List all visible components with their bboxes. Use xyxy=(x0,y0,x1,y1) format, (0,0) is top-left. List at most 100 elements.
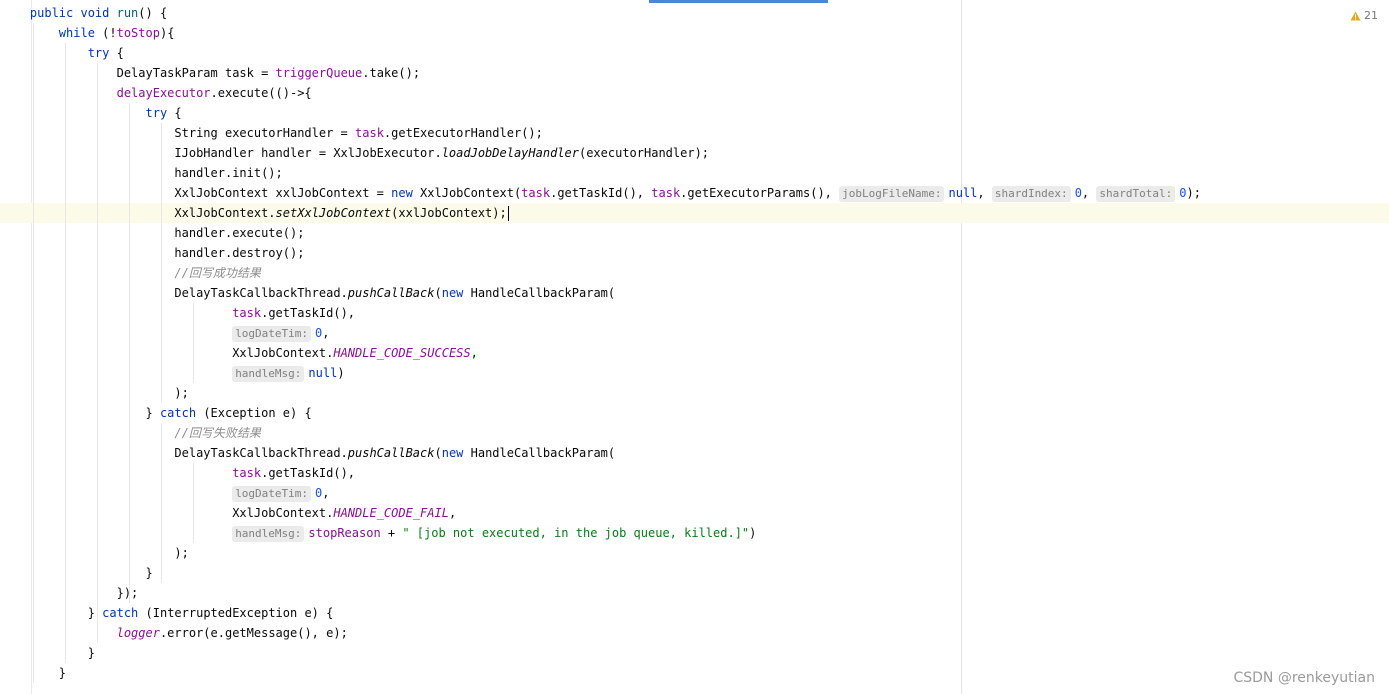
code-line[interactable]: XxlJobContext.HANDLE_CODE_FAIL, xyxy=(0,503,1389,523)
code-line[interactable]: } xyxy=(0,643,1389,663)
code-token: }); xyxy=(116,586,139,600)
code-token: pushCallBack xyxy=(347,286,435,300)
indent-guide xyxy=(97,623,98,643)
code-token: (! xyxy=(102,26,117,40)
code-token: (xxlJobContext); xyxy=(391,206,507,220)
code-token: task xyxy=(232,306,262,320)
code-line[interactable]: //回写失败结果 xyxy=(0,423,1389,443)
code-line[interactable]: handleMsg: stopReason + " [job not execut… xyxy=(0,523,1389,543)
code-line[interactable]: XxlJobContext.HANDLE_CODE_SUCCESS, xyxy=(0,343,1389,363)
code-line[interactable]: String executorHandler = task.getExecuto… xyxy=(0,123,1389,143)
code-token: loadJobDelayHandler xyxy=(441,146,579,160)
code-token: public void xyxy=(29,6,117,20)
code-token: stopReason xyxy=(308,526,381,540)
code-line[interactable]: delayExecutor.execute(()->{ xyxy=(0,83,1389,103)
code-token: HANDLE_CODE_FAIL xyxy=(333,506,449,520)
code-token: XxlJobContext xxlJobContext = xyxy=(174,186,392,200)
code-line[interactable]: }); xyxy=(0,583,1389,603)
code-token: triggerQueue xyxy=(275,66,363,80)
code-line[interactable]: IJobHandler handler = XxlJobExecutor.loa… xyxy=(0,143,1389,163)
code-line[interactable]: handler.execute(); xyxy=(0,223,1389,243)
code-token: handler.init(); xyxy=(174,166,283,180)
code-line[interactable]: try { xyxy=(0,43,1389,63)
code-token: ) xyxy=(337,366,345,380)
code-token: (InterruptedException e) { xyxy=(145,606,334,620)
parameter-hint: logDateTim: xyxy=(232,486,312,502)
code-line[interactable]: //回写成功结果 xyxy=(0,263,1389,283)
code-line[interactable]: task.getTaskId(), xyxy=(0,303,1389,323)
code-token: setXxlJobContext xyxy=(275,206,392,220)
code-token: + xyxy=(380,526,403,540)
code-line[interactable]: DelayTaskCallbackThread.pushCallBack(new… xyxy=(0,283,1389,303)
code-token: DelayTaskParam task = xyxy=(116,66,276,80)
code-token: XxlJobContext. xyxy=(232,506,334,520)
code-line[interactable]: ); xyxy=(0,383,1389,403)
code-token: try xyxy=(145,106,175,120)
code-token: handler.execute(); xyxy=(174,226,305,240)
indent-guide xyxy=(33,23,34,683)
code-token: toStop xyxy=(116,26,160,40)
code-token: //回写失败结果 xyxy=(174,426,261,440)
code-line[interactable]: try { xyxy=(0,103,1389,123)
indent-guide xyxy=(161,123,162,403)
code-line[interactable]: while (!toStop){ xyxy=(0,23,1389,43)
code-line[interactable]: XxlJobContext.setXxlJobContext(xxlJobCon… xyxy=(0,203,1389,223)
text-caret xyxy=(507,206,509,221)
code-line[interactable]: logger.error(e.getMessage(), e); xyxy=(0,623,1389,643)
code-line[interactable]: handler.init(); xyxy=(0,163,1389,183)
code-token: task xyxy=(651,186,681,200)
code-line[interactable]: task.getTaskId(), xyxy=(0,463,1389,483)
code-token: null xyxy=(308,366,338,380)
code-token: , xyxy=(322,486,330,500)
code-token: DelayTaskCallbackThread. xyxy=(174,446,348,460)
code-line[interactable]: DelayTaskParam task = triggerQueue.take(… xyxy=(0,63,1389,83)
indent-guide xyxy=(193,463,194,543)
code-line[interactable]: } xyxy=(0,563,1389,583)
code-token: task xyxy=(232,466,262,480)
code-token: .getExecutorHandler(); xyxy=(383,126,543,140)
code-token: } xyxy=(145,566,153,580)
code-token: XxlJobContext. xyxy=(232,346,334,360)
code-line[interactable]: logDateTim: 0, xyxy=(0,323,1389,343)
code-token: HandleCallbackParam( xyxy=(470,446,616,460)
code-token: catch xyxy=(102,606,146,620)
code-token: task xyxy=(521,186,551,200)
code-line[interactable]: handler.destroy(); xyxy=(0,243,1389,263)
parameter-hint: handleMsg: xyxy=(232,366,305,382)
code-line[interactable]: } catch (InterruptedException e) { xyxy=(0,603,1389,623)
code-token: .getTaskId(), xyxy=(261,306,356,320)
code-token: run xyxy=(116,6,139,20)
code-line[interactable]: ); xyxy=(0,543,1389,563)
code-token: while xyxy=(58,26,103,40)
indent-guide xyxy=(65,43,66,663)
code-line[interactable]: logDateTim: 0, xyxy=(0,483,1389,503)
code-token: } xyxy=(87,606,103,620)
code-token: task xyxy=(355,126,384,140)
code-token: pushCallBack xyxy=(347,446,435,460)
code-token: .getTaskId(), xyxy=(261,466,356,480)
code-token: ); xyxy=(1186,186,1201,200)
code-token: ){ xyxy=(159,26,175,40)
code-token: ); xyxy=(174,546,189,560)
code-line[interactable]: handleMsg: null) xyxy=(0,363,1389,383)
code-line[interactable]: public void run() { xyxy=(0,3,1389,23)
code-line[interactable]: } catch (Exception e) { xyxy=(0,403,1389,423)
code-line[interactable]: } xyxy=(0,663,1389,683)
indent-guide xyxy=(129,103,130,603)
code-token: ) xyxy=(749,526,757,540)
code-line[interactable]: XxlJobContext xxlJobContext = new XxlJob… xyxy=(0,183,1389,203)
code-line[interactable]: DelayTaskCallbackThread.pushCallBack(new… xyxy=(0,443,1389,463)
